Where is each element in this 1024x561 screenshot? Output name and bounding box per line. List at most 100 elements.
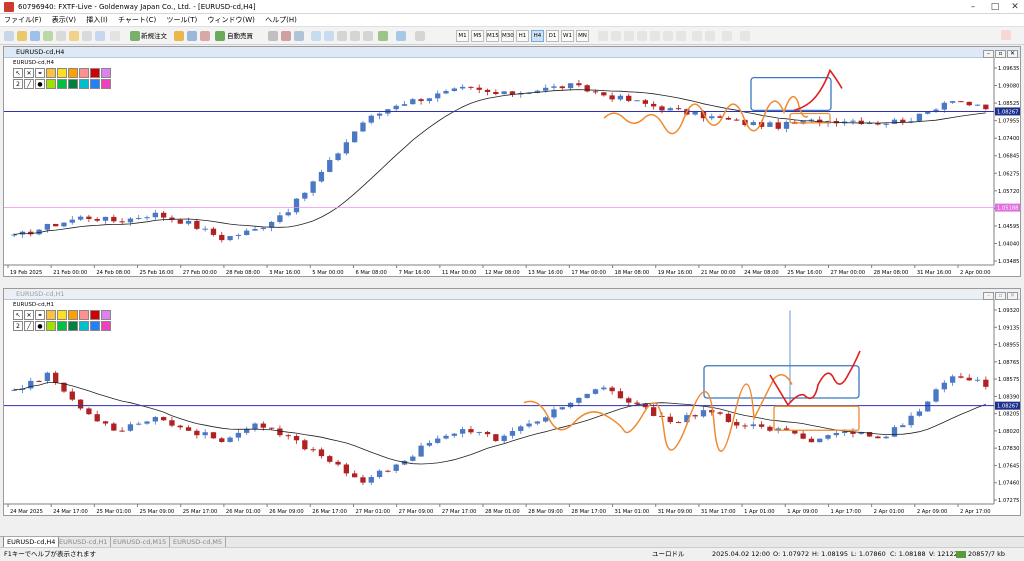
- horizontal-line-icon[interactable]: [637, 31, 647, 41]
- timeframe-m1[interactable]: M1: [456, 30, 469, 42]
- timeframe-w1[interactable]: W1: [561, 30, 574, 42]
- palette-line-icon[interactable]: ╱: [24, 79, 34, 89]
- timeframe-d1[interactable]: D1: [546, 30, 559, 42]
- timeframe-m15[interactable]: M15: [486, 30, 499, 42]
- palette-color-green[interactable]: [57, 79, 67, 89]
- cursor-icon[interactable]: [598, 31, 608, 41]
- palette-color-green[interactable]: [57, 321, 67, 331]
- chart-h4-plot[interactable]: 1.09635 1.09080 1.08525 1.07955 1.07400 1.068…: [4, 58, 1020, 276]
- palette-color-pink[interactable]: [79, 68, 89, 78]
- open-icon[interactable]: [17, 31, 27, 41]
- chart-h1-minimize-icon[interactable]: –: [983, 292, 994, 300]
- crosshair-icon[interactable]: [611, 31, 621, 41]
- palette-color-blue[interactable]: [90, 321, 100, 331]
- new-order-button[interactable]: 新規注文: [141, 30, 167, 42]
- palette-color-cyan[interactable]: [79, 79, 89, 89]
- palette-color-cyan[interactable]: [79, 321, 89, 331]
- menu-view[interactable]: 表示(V): [48, 14, 80, 27]
- palette-color-yellow[interactable]: [57, 310, 67, 320]
- chart-h4-minimize-icon[interactable]: –: [983, 50, 994, 58]
- chart-shift-icon[interactable]: [363, 31, 373, 41]
- autoscroll-icon[interactable]: [350, 31, 360, 41]
- chart-h1-restore-icon[interactable]: ▫: [995, 292, 1006, 300]
- palette-color-red[interactable]: [90, 68, 100, 78]
- equidistant-channel-icon[interactable]: [663, 31, 673, 41]
- menu-window[interactable]: ウィンドウ(W): [204, 14, 259, 27]
- price-chart-h4[interactable]: 1.09635 1.09080 1.08525 1.07955 1.07400 1.068…: [4, 58, 1020, 277]
- palette-color-blue[interactable]: [90, 79, 100, 89]
- minimize-icon[interactable]: –: [966, 1, 980, 13]
- timeframe-m30[interactable]: M30: [501, 30, 514, 42]
- palette-dot-icon[interactable]: ●: [35, 321, 45, 331]
- timeframe-m5[interactable]: M5: [471, 30, 484, 42]
- navigator-icon[interactable]: [69, 31, 79, 41]
- auto-trade-icon[interactable]: [215, 31, 225, 41]
- palette-width-2[interactable]: 2: [13, 321, 23, 331]
- line-chart-icon[interactable]: [294, 31, 304, 41]
- palette-color-purple[interactable]: [101, 79, 111, 89]
- tester-icon[interactable]: [95, 31, 105, 41]
- trendline-icon[interactable]: [650, 31, 660, 41]
- palette-color-magenta[interactable]: [101, 68, 111, 78]
- chart-h1-close-icon[interactable]: ✕: [1007, 292, 1018, 300]
- chart-window-h1[interactable]: EURUSD-cd,H1 – ▫ ✕ 1.09320 1.09135 1.08955 1.…: [3, 288, 1021, 516]
- menu-chart[interactable]: チャート(C): [114, 14, 160, 27]
- palette-color-orange[interactable]: [46, 310, 56, 320]
- menu-tools[interactable]: ツール(T): [163, 14, 202, 27]
- menu-insert[interactable]: 挿入(I): [82, 14, 112, 27]
- zoom-in-icon[interactable]: [311, 31, 321, 41]
- new-order-icon[interactable]: [130, 31, 140, 41]
- new-chart-icon[interactable]: [4, 31, 14, 41]
- menu-file[interactable]: ファイル(F): [0, 14, 46, 27]
- auto-trade-button[interactable]: 自動売買: [227, 30, 253, 42]
- palette-color-orange[interactable]: [46, 68, 56, 78]
- palette-color-pink[interactable]: [79, 310, 89, 320]
- maximize-icon[interactable]: □: [988, 1, 1002, 13]
- palette-link-icon[interactable]: ⚭: [35, 310, 45, 320]
- palette-color-amber[interactable]: [68, 310, 78, 320]
- palette-cursor-icon[interactable]: ↖: [13, 68, 23, 78]
- palette-delete-icon[interactable]: ✕: [24, 68, 34, 78]
- palette-color-darkgreen[interactable]: [68, 79, 78, 89]
- palette-dot-icon[interactable]: ●: [35, 79, 45, 89]
- palette-color-lime[interactable]: [46, 79, 56, 89]
- palette-line-icon[interactable]: ╱: [24, 321, 34, 331]
- timeframe-h1[interactable]: H1: [516, 30, 529, 42]
- templates-icon[interactable]: [415, 31, 425, 41]
- timeframe-mn[interactable]: MN: [576, 30, 589, 42]
- palette-delete-icon[interactable]: ✕: [24, 310, 34, 320]
- periods-icon[interactable]: [396, 31, 406, 41]
- terminal-icon[interactable]: [82, 31, 92, 41]
- indicators-icon[interactable]: [378, 31, 388, 41]
- palette-color-yellow[interactable]: [57, 68, 67, 78]
- shapes-icon[interactable]: [740, 31, 750, 41]
- market-icon[interactable]: [200, 31, 210, 41]
- palette-color-lime[interactable]: [46, 321, 56, 331]
- bar-chart-icon[interactable]: [268, 31, 278, 41]
- tile-windows-icon[interactable]: [337, 31, 347, 41]
- metaeditor-icon[interactable]: [174, 31, 184, 41]
- timeframe-h4[interactable]: H4: [531, 30, 544, 42]
- zoom-out-icon[interactable]: [324, 31, 334, 41]
- signals-icon[interactable]: [187, 31, 197, 41]
- data-window-icon[interactable]: [56, 31, 66, 41]
- palette-cursor-icon[interactable]: ↖: [13, 310, 23, 320]
- vertical-line-icon[interactable]: [624, 31, 634, 41]
- palette-link-icon[interactable]: ⚭: [35, 68, 45, 78]
- market-watch-icon[interactable]: [43, 31, 53, 41]
- chart-h4-restore-icon[interactable]: ▫: [995, 50, 1006, 58]
- text-icon[interactable]: [692, 31, 702, 41]
- history-icon[interactable]: [110, 31, 120, 41]
- chart-h1-plot[interactable]: 1.09320 1.09135 1.08955 1.08765 1.08575 1.083…: [4, 300, 1020, 515]
- arrows-icon[interactable]: [722, 31, 732, 41]
- label-icon[interactable]: [705, 31, 715, 41]
- close-icon[interactable]: ✕: [1008, 1, 1022, 13]
- palette-color-darkgreen[interactable]: [68, 321, 78, 331]
- profiles-icon[interactable]: [30, 31, 40, 41]
- palette-color-red[interactable]: [90, 310, 100, 320]
- palette-color-purple[interactable]: [101, 321, 111, 331]
- search-icon[interactable]: [1001, 30, 1011, 40]
- chart-window-h4[interactable]: EURUSD-cd,H4 – ▫ ✕ 1.09635 1.09080 1.08525 1.…: [3, 46, 1021, 277]
- fibonacci-icon[interactable]: [676, 31, 686, 41]
- menu-help[interactable]: ヘルプ(H): [261, 14, 301, 27]
